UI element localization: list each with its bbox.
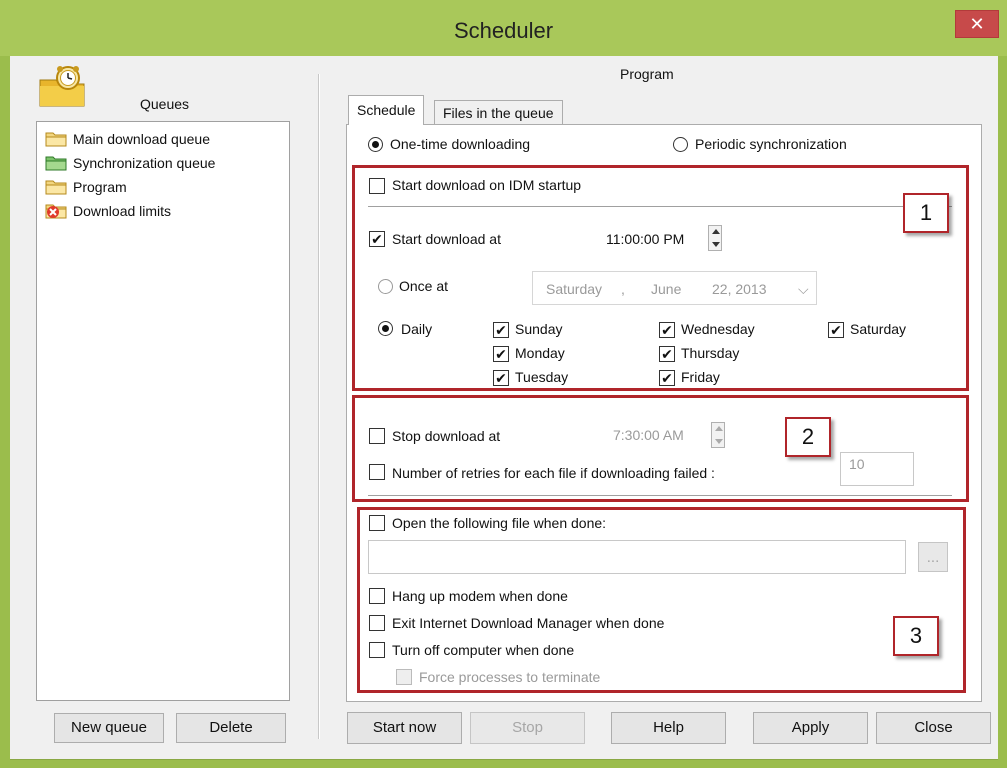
day-label: Sunday: [515, 321, 563, 337]
queue-item-download-limits[interactable]: Download limits: [45, 200, 171, 222]
start-at-checkbox[interactable]: ✔: [369, 231, 385, 247]
day-checkbox-saturday[interactable]: ✔: [828, 322, 844, 338]
retries-checkbox[interactable]: [369, 464, 385, 480]
separator: [368, 495, 952, 496]
open-file-label: Open the following file when done:: [392, 515, 607, 531]
callout-1: 1: [903, 193, 949, 233]
day-checkbox-wednesday[interactable]: ✔: [659, 322, 675, 338]
once-at-radio[interactable]: [378, 279, 393, 294]
queue-item-program[interactable]: Program: [45, 176, 127, 198]
once-at-label: Once at: [399, 278, 449, 294]
queue-label: Synchronization queue: [73, 155, 216, 171]
force-terminate-label: Force processes to terminate: [419, 669, 601, 685]
daily-label: Daily: [401, 321, 433, 337]
queue-label: Program: [73, 179, 127, 195]
date-day-year: 22, 2013: [712, 281, 767, 297]
day-label: Tuesday: [515, 369, 569, 385]
window-title: Scheduler: [453, 18, 554, 43]
retries-input[interactable]: 10: [840, 452, 914, 486]
stop-at-label: Stop download at: [392, 428, 501, 444]
day-label: Saturday: [850, 321, 907, 337]
day-label: Friday: [681, 369, 720, 385]
periodic-radio[interactable]: [673, 137, 688, 152]
browse-button[interactable]: ...: [918, 542, 948, 572]
periodic-label: Periodic synchronization: [695, 136, 847, 152]
start-now-button[interactable]: Start now: [347, 712, 462, 744]
hang-up-checkbox[interactable]: [369, 588, 385, 604]
stop-time-spinner[interactable]: [711, 422, 725, 448]
queue-item-synchronization[interactable]: Synchronization queue: [45, 152, 215, 174]
close-window-button[interactable]: ✕: [955, 10, 999, 38]
open-file-checkbox[interactable]: [369, 515, 385, 531]
force-terminate-checkbox[interactable]: [396, 669, 412, 685]
download-limits-icon: [45, 204, 67, 219]
queues-label: Queues: [140, 96, 190, 112]
close-button[interactable]: Close: [876, 712, 991, 744]
pane-divider-highlight: [319, 74, 320, 739]
date-weekday: Saturday: [546, 281, 603, 297]
open-file-path-input[interactable]: [368, 540, 906, 574]
day-checkbox-thursday[interactable]: ✔: [659, 346, 675, 362]
one-time-radio[interactable]: [368, 137, 383, 152]
callout-2: 2: [785, 417, 831, 457]
day-checkbox-sunday[interactable]: ✔: [493, 322, 509, 338]
queue-label: Main download queue: [73, 131, 210, 147]
day-label: Wednesday: [681, 321, 755, 337]
stop-time-input[interactable]: 7:30:00 AM: [605, 420, 705, 452]
stop-button[interactable]: Stop: [470, 712, 585, 744]
day-checkbox-tuesday[interactable]: ✔: [493, 370, 509, 386]
date-comma: ,: [621, 281, 625, 297]
new-queue-button[interactable]: New queue: [54, 713, 164, 743]
separator: [368, 206, 952, 207]
day-label: Thursday: [681, 345, 740, 361]
delete-queue-button[interactable]: Delete: [176, 713, 286, 743]
sync-folder-icon: [45, 156, 67, 171]
tab-files-in-queue[interactable]: Files in the queue: [434, 100, 563, 124]
chevron-down-icon[interactable]: ⌵: [798, 281, 809, 298]
hang-up-label: Hang up modem when done: [392, 588, 568, 604]
queue-list[interactable]: Main download queue Synchronization queu…: [36, 121, 290, 701]
turn-off-checkbox[interactable]: [369, 642, 385, 658]
apply-button[interactable]: Apply: [753, 712, 868, 744]
help-button[interactable]: Help: [611, 712, 726, 744]
day-checkbox-friday[interactable]: ✔: [659, 370, 675, 386]
turn-off-label: Turn off computer when done: [392, 642, 575, 658]
tab-schedule[interactable]: Schedule: [348, 95, 425, 125]
retries-label: Number of retries for each file if downl…: [392, 465, 715, 481]
day-label: Monday: [515, 345, 565, 361]
one-time-label: One-time downloading: [390, 136, 531, 152]
stop-at-checkbox[interactable]: [369, 428, 385, 444]
exit-idm-label: Exit Internet Download Manager when done: [392, 615, 665, 631]
start-time-input[interactable]: 11:00:00 PM: [598, 224, 704, 256]
start-time-spinner[interactable]: [708, 225, 722, 251]
date-month: June: [651, 281, 682, 297]
start-at-label: Start download at: [392, 231, 501, 247]
window-bottom-edge: [10, 759, 998, 760]
callout-3: 3: [893, 616, 939, 656]
scheduler-clock-icon: [39, 66, 85, 107]
folder-icon: [45, 180, 67, 195]
queue-item-main[interactable]: Main download queue: [45, 128, 210, 150]
day-checkbox-monday[interactable]: ✔: [493, 346, 509, 362]
start-on-startup-checkbox[interactable]: [369, 178, 385, 194]
folder-icon: [45, 132, 67, 147]
start-on-startup-label: Start download on IDM startup: [392, 177, 582, 193]
daily-radio[interactable]: [378, 321, 393, 336]
queue-label: Download limits: [73, 203, 172, 219]
program-title: Program: [620, 66, 674, 82]
exit-idm-checkbox[interactable]: [369, 615, 385, 631]
